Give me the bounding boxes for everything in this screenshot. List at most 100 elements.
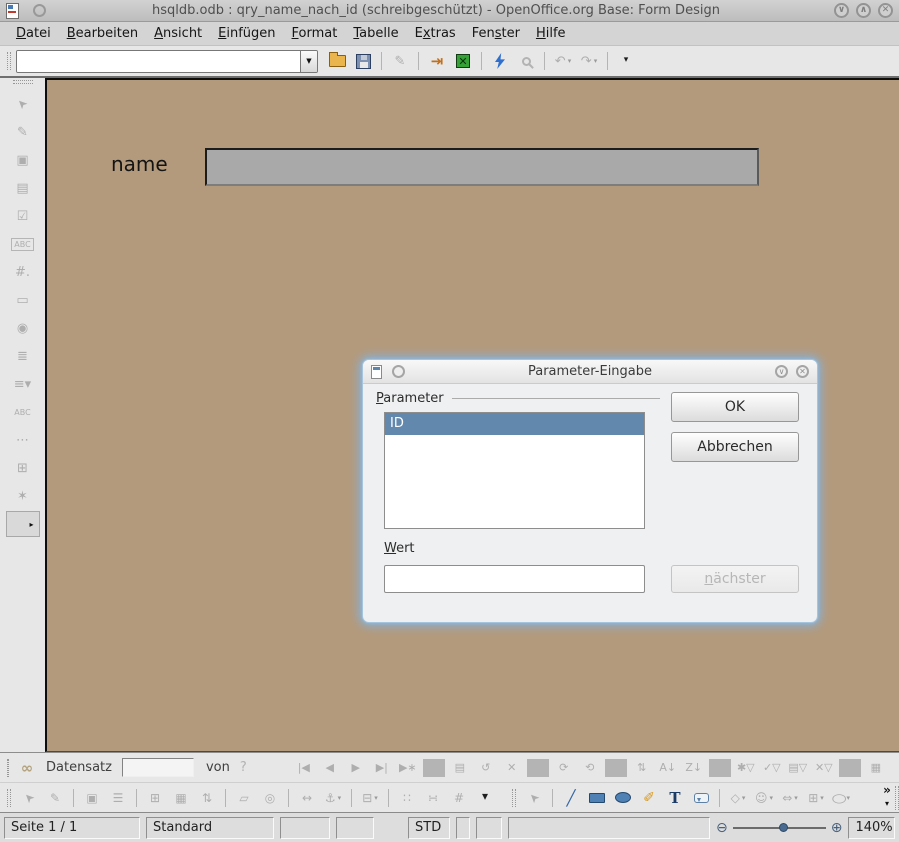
form-properties-icon[interactable]: ☰ <box>106 786 130 810</box>
open-icon[interactable] <box>325 49 349 73</box>
more-controls-icon[interactable]: ⋯ <box>11 427 35 453</box>
more-tools-button[interactable]: ▸ <box>6 511 40 537</box>
form-icon[interactable]: ▤ <box>11 175 35 201</box>
combobox-icon[interactable]: ≡▾ <box>11 371 35 397</box>
zoom-out-icon[interactable]: ⊖ <box>716 820 728 836</box>
menu-item-extras[interactable]: Extras <box>407 24 464 43</box>
dialog-menu-button[interactable] <box>392 365 405 378</box>
sort-desc-icon[interactable]: Z↓ <box>683 756 705 780</box>
record-number-input[interactable] <box>122 758 194 777</box>
formatted-field-icon[interactable]: #. <box>11 259 35 285</box>
pushbutton-icon[interactable]: ▭ <box>11 287 35 313</box>
data-to-fields-icon[interactable]: ⇥ <box>425 49 449 73</box>
undo-data-icon[interactable]: ↺ <box>475 756 497 780</box>
shade-window-button[interactable]: ∨ <box>834 3 849 18</box>
close-dialog-button[interactable]: ✕ <box>796 365 809 378</box>
select-icon[interactable]: ➤ <box>522 786 546 810</box>
refresh-icon[interactable]: ⟳ <box>553 756 575 780</box>
url-combobox[interactable]: ▼ <box>16 50 318 73</box>
toolbar-expand-button[interactable]: » ▾ <box>879 784 895 810</box>
last-record-icon[interactable]: ▶| <box>371 756 393 780</box>
zoom-slider[interactable]: ⊖ ⊕ <box>716 820 842 836</box>
auto-focus-icon[interactable]: ◎ <box>258 786 282 810</box>
menu-item-format[interactable]: Format <box>284 24 346 43</box>
sort-asc-icon[interactable]: A↓ <box>657 756 679 780</box>
wizard-icon[interactable]: ✶ <box>11 483 35 509</box>
data-source-table-icon[interactable]: ▦ <box>865 756 887 780</box>
show-grid-icon[interactable]: ∷ <box>395 786 419 810</box>
toolbar-grip[interactable] <box>895 786 899 810</box>
menu-item-datei[interactable]: Datei <box>8 24 59 43</box>
menu-item-fenster[interactable]: Fenster <box>464 24 528 43</box>
basic-shapes-icon[interactable]: ◇▾ <box>726 786 750 810</box>
close-window-button[interactable]: ✕ <box>878 3 893 18</box>
new-record-icon[interactable]: ▶∗ <box>397 756 419 780</box>
delete-record-icon[interactable]: ✕ <box>501 756 523 780</box>
block-arrows-icon[interactable]: ⇔▾ <box>778 786 802 810</box>
parameter-list-item[interactable]: ID <box>385 413 644 435</box>
run-query-icon[interactable] <box>488 49 512 73</box>
redo-icon[interactable]: ↷▾ <box>577 49 601 73</box>
position-size-icon[interactable]: ↔ <box>295 786 319 810</box>
snap-grid-icon[interactable]: ∺ <box>421 786 445 810</box>
text-icon[interactable]: T <box>663 786 687 810</box>
form-design-icon[interactable]: ⊞ <box>11 455 35 481</box>
textbox-icon[interactable]: ABC <box>11 231 35 257</box>
find-record-icon[interactable]: ∞ <box>15 756 39 780</box>
menu-item-bearbeiten[interactable]: Bearbeiten <box>59 24 146 43</box>
remove-filter-icon[interactable]: ✕▽ <box>813 756 835 780</box>
name-field[interactable] <box>205 148 759 186</box>
menu-item-einfuegen[interactable]: Einfügen <box>210 24 283 43</box>
add-field-icon[interactable]: ▦ <box>169 786 193 810</box>
zoom-in-icon[interactable]: ⊕ <box>831 820 843 836</box>
label-icon[interactable]: ABC <box>11 399 35 425</box>
toolbar-grip[interactable] <box>7 52 11 70</box>
page-cell[interactable]: Seite 1 / 1 <box>4 817 140 839</box>
table-x-icon[interactable]: ✕ <box>451 49 475 73</box>
select-icon[interactable]: ➤ <box>17 786 41 810</box>
design-mode-icon[interactable]: ✎ <box>43 786 67 810</box>
freeform-icon[interactable]: ✐ <box>637 786 661 810</box>
toolbar-overflow-icon[interactable]: ▾ <box>473 784 497 808</box>
wert-input[interactable] <box>384 565 645 593</box>
listbox-icon[interactable]: ≣ <box>11 343 35 369</box>
save-record-icon[interactable]: ▤ <box>449 756 471 780</box>
tab-order-icon[interactable]: ⇅ <box>195 786 219 810</box>
anchor-icon[interactable]: ⚓▾ <box>321 786 345 810</box>
menu-item-ansicht[interactable]: Ansicht <box>146 24 210 43</box>
toolbar-overflow-icon[interactable]: ▾ <box>614 48 638 72</box>
url-input[interactable] <box>17 51 300 72</box>
refresh-control-icon[interactable]: ⟲ <box>579 756 601 780</box>
control-icon[interactable]: ▣ <box>11 147 35 173</box>
select-icon[interactable]: ➤ <box>11 91 35 117</box>
menu-item-tabelle[interactable]: Tabelle <box>345 24 406 43</box>
insert-mode-cell[interactable]: STD <box>408 817 450 839</box>
rollup-dialog-button[interactable]: ∨ <box>775 365 788 378</box>
edit-icon[interactable]: ✎ <box>388 49 412 73</box>
parameter-listbox[interactable]: ID <box>384 412 645 529</box>
zoom-track[interactable] <box>733 827 826 829</box>
flowchart-icon[interactable]: ⊞▾ <box>804 786 828 810</box>
toolbar-overflow-icon[interactable]: ▾ <box>891 756 899 780</box>
modified-cell[interactable] <box>476 817 502 839</box>
menu-item-hilfe[interactable]: Hilfe <box>528 24 574 43</box>
cancel-button[interactable]: Abbrechen <box>671 432 799 462</box>
next-record-icon[interactable]: ▶ <box>345 756 367 780</box>
toolbar-grip[interactable] <box>13 80 33 84</box>
callout-icon[interactable] <box>689 786 713 810</box>
symbol-shapes-icon[interactable]: ☺▾ <box>752 786 776 810</box>
first-record-icon[interactable]: |◀ <box>293 756 315 780</box>
zoom-thumb[interactable] <box>779 823 788 832</box>
style-cell[interactable]: Standard <box>146 817 274 839</box>
zoom-percent-cell[interactable]: 140% <box>848 817 895 839</box>
toolbar-grip[interactable] <box>512 789 516 807</box>
form-filter-icon[interactable]: ▤▽ <box>787 756 809 780</box>
toolbar-grip[interactable] <box>7 759 9 777</box>
undo-icon[interactable]: ↶▾ <box>551 49 575 73</box>
align-icon[interactable]: ⊟▾ <box>358 786 382 810</box>
design-mode-icon[interactable]: ✎ <box>11 119 35 145</box>
combobox-dropdown-button[interactable]: ▼ <box>300 51 317 72</box>
open-in-design-icon[interactable]: ▱ <box>232 786 256 810</box>
save-icon[interactable] <box>351 49 375 73</box>
magnifier-icon[interactable] <box>514 49 538 73</box>
